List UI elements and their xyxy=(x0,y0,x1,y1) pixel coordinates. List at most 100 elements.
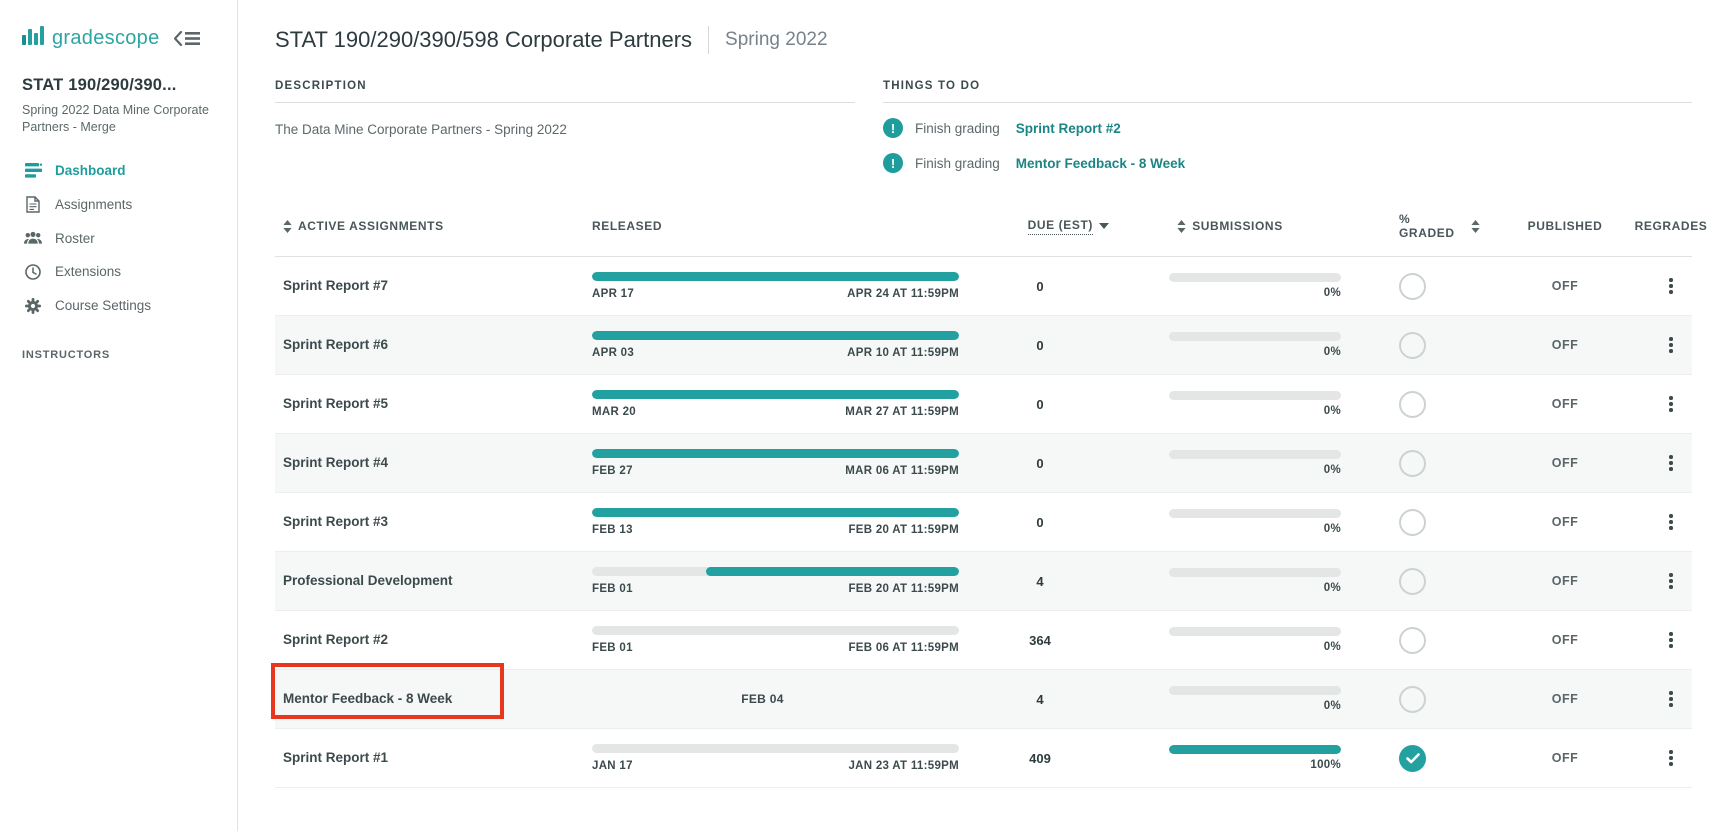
assignment-name-link[interactable]: Sprint Report #5 xyxy=(283,396,388,411)
regrades-status: OFF xyxy=(1480,751,1650,765)
sidebar-collapse-button[interactable] xyxy=(174,31,200,46)
assignment-name-link[interactable]: Sprint Report #6 xyxy=(283,337,388,352)
kebab-menu-icon[interactable] xyxy=(1665,333,1677,357)
column-header-released: RELEASED xyxy=(560,219,965,233)
table-row: Sprint Report #7 APR 17 APR 24 AT 11:59P… xyxy=(275,257,1692,316)
graded-cell: 0% xyxy=(1115,450,1345,476)
todo-assignment-link[interactable]: Mentor Feedback - 8 Week xyxy=(1016,156,1185,171)
due-date: FEB 20 AT 11:59PM xyxy=(848,583,959,595)
assignment-name-link[interactable]: Sprint Report #2 xyxy=(283,632,388,647)
assignment-name-link[interactable]: Professional Development xyxy=(283,573,453,588)
assignment-name-link[interactable]: Sprint Report #4 xyxy=(283,455,388,470)
published-check-icon[interactable] xyxy=(1399,745,1426,772)
graded-cell: 0% xyxy=(1115,627,1345,653)
publish-toggle-circle[interactable] xyxy=(1399,273,1426,300)
due-date: JAN 23 AT 11:59PM xyxy=(848,760,959,772)
sidebar-item-dashboard[interactable]: Dashboard xyxy=(22,154,219,187)
clock-icon xyxy=(24,264,42,280)
sidebar-item-label: Roster xyxy=(55,231,95,246)
instructors-section-label: INSTRUCTORS xyxy=(22,349,219,361)
table-row: Sprint Report #4 FEB 27 MAR 06 AT 11:59P… xyxy=(275,434,1692,493)
kebab-menu-icon[interactable] xyxy=(1665,510,1677,534)
todo-assignment-link[interactable]: Sprint Report #2 xyxy=(1016,121,1121,136)
publish-toggle-circle[interactable] xyxy=(1399,450,1426,477)
release-progress-bar xyxy=(592,508,959,517)
sidebar-item-roster[interactable]: Roster xyxy=(22,222,219,255)
graded-percent: 0% xyxy=(1169,287,1341,299)
graded-cell: 0% xyxy=(1115,509,1345,535)
sidebar-item-label: Dashboard xyxy=(55,163,126,178)
column-header-due[interactable]: DUE (EST) xyxy=(965,218,1115,235)
gradescope-app: gradescope STAT 190/290/390... Spring 20… xyxy=(0,0,1713,831)
todo-text: Finish grading xyxy=(915,156,1000,171)
sidebar-nav: Dashboard Assignments xyxy=(22,154,219,323)
exclamation-icon: ! xyxy=(883,118,903,138)
graded-cell: 0% xyxy=(1115,332,1345,358)
graded-percent: 0% xyxy=(1169,582,1341,594)
released-date: JAN 17 xyxy=(592,760,633,772)
assignments-table: ACTIVE ASSIGNMENTS RELEASED DUE (EST) SU… xyxy=(275,207,1692,788)
sidebar-item-assignments[interactable]: Assignments xyxy=(22,187,219,222)
regrades-status: OFF xyxy=(1480,456,1650,470)
kebab-menu-icon[interactable] xyxy=(1665,274,1677,298)
table-header-row: ACTIVE ASSIGNMENTS RELEASED DUE (EST) SU… xyxy=(275,207,1692,257)
regrades-status: OFF xyxy=(1480,338,1650,352)
publish-toggle-circle[interactable] xyxy=(1399,391,1426,418)
assignment-name-link[interactable]: Mentor Feedback - 8 Week xyxy=(283,691,452,706)
table-row: Sprint Report #2 FEB 01 FEB 06 AT 11:59P… xyxy=(275,611,1692,670)
release-due-cell: JAN 17 JAN 23 AT 11:59PM xyxy=(560,729,965,787)
assignment-name-link[interactable]: Sprint Report #3 xyxy=(283,514,388,529)
graded-percent: 0% xyxy=(1169,464,1341,476)
release-due-cell: APR 17 APR 24 AT 11:59PM xyxy=(560,257,965,315)
sidebar-item-label: Extensions xyxy=(55,264,121,279)
graded-percent: 0% xyxy=(1169,405,1341,417)
release-due-cell: MAR 20 MAR 27 AT 11:59PM xyxy=(560,375,965,433)
sidebar-course-subtitle: Spring 2022 Data Mine Corporate Partners… xyxy=(22,102,219,136)
column-header-submissions[interactable]: SUBMISSIONS xyxy=(1115,219,1345,233)
kebab-menu-icon[interactable] xyxy=(1665,569,1677,593)
assignment-name-link[interactable]: Sprint Report #1 xyxy=(283,750,388,765)
submissions-count: 0 xyxy=(965,279,1115,294)
sidebar-item-label: Assignments xyxy=(55,197,132,212)
gradescope-logo-text[interactable]: gradescope xyxy=(52,27,160,50)
things-to-do-divider xyxy=(883,102,1692,103)
release-progress-bar xyxy=(592,626,959,635)
column-header-published: PUBLISHED xyxy=(1480,219,1650,233)
description-panel: DESCRIPTION The Data Mine Corporate Part… xyxy=(275,80,855,173)
released-date: APR 03 xyxy=(592,347,634,359)
due-date: MAR 06 AT 11:59PM xyxy=(845,465,959,477)
regrades-status: OFF xyxy=(1480,515,1650,529)
publish-toggle-circle[interactable] xyxy=(1399,568,1426,595)
kebab-menu-icon[interactable] xyxy=(1665,628,1677,652)
column-header-active-assignments[interactable]: ACTIVE ASSIGNMENTS xyxy=(275,219,560,233)
description-text: The Data Mine Corporate Partners - Sprin… xyxy=(275,122,855,137)
regrades-status: OFF xyxy=(1480,397,1650,411)
todo-item: ! Finish grading Sprint Report #2 xyxy=(883,118,1692,138)
kebab-menu-icon[interactable] xyxy=(1665,451,1677,475)
publish-toggle-circle[interactable] xyxy=(1399,627,1426,654)
column-header-graded[interactable]: % GRADED xyxy=(1345,212,1480,240)
gradescope-logo-icon xyxy=(22,26,44,50)
release-due-cell: FEB 27 MAR 06 AT 11:59PM xyxy=(560,434,965,492)
publish-toggle-circle[interactable] xyxy=(1399,332,1426,359)
column-header-regrades: REGRADES xyxy=(1650,219,1692,233)
kebab-menu-icon[interactable] xyxy=(1665,746,1677,770)
due-date: APR 24 AT 11:59PM xyxy=(847,288,959,300)
submissions-count: 0 xyxy=(965,338,1115,353)
sidebar-item-course-settings[interactable]: Course Settings xyxy=(22,289,219,323)
assignment-name-link[interactable]: Sprint Report #7 xyxy=(283,278,388,293)
document-icon xyxy=(24,196,42,213)
sidebar-item-extensions[interactable]: Extensions xyxy=(22,255,219,289)
graded-progress-bar xyxy=(1169,686,1341,695)
publish-toggle-circle[interactable] xyxy=(1399,509,1426,536)
graded-progress-bar xyxy=(1169,568,1341,577)
page-title: STAT 190/290/390/598 Corporate Partners xyxy=(275,27,692,53)
table-row: Sprint Report #5 MAR 20 MAR 27 AT 11:59P… xyxy=(275,375,1692,434)
kebab-menu-icon[interactable] xyxy=(1665,392,1677,416)
graded-progress-bar xyxy=(1169,332,1341,341)
todo-item: ! Finish grading Mentor Feedback - 8 Wee… xyxy=(883,153,1692,173)
main-content: STAT 190/290/390/598 Corporate Partners … xyxy=(238,0,1713,831)
kebab-menu-icon[interactable] xyxy=(1665,687,1677,711)
publish-toggle-circle[interactable] xyxy=(1399,686,1426,713)
submissions-count: 409 xyxy=(965,751,1115,766)
